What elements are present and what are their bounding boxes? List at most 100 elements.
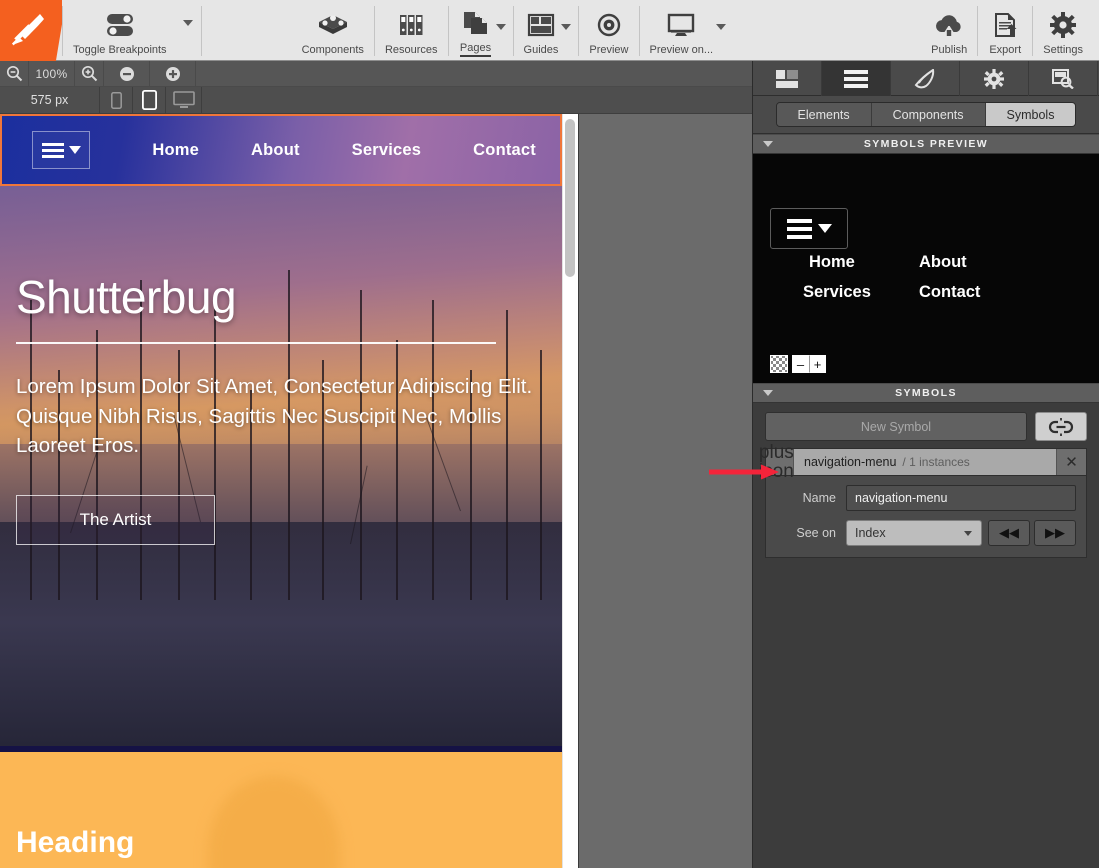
canvas-scrollbar-thumb[interactable] [565, 119, 575, 277]
page-nav-links: Home About Services Contact [126, 141, 562, 160]
symbol-name-row[interactable]: navigation-menu / 1 instances [794, 449, 1056, 475]
toolbar-toggle-breakpoints[interactable]: Toggle Breakpoints [63, 0, 193, 60]
chevron-down-icon [964, 531, 972, 536]
toolbar-label: Pages [459, 42, 492, 57]
panel-tab-inspect[interactable] [1029, 61, 1098, 96]
panel-tab-pen[interactable] [891, 61, 960, 96]
hero-cta-button[interactable]: The Artist [16, 495, 215, 546]
collapse-triangle-icon[interactable] [763, 390, 773, 396]
hero-title[interactable]: Shutterbug [16, 274, 562, 320]
toolbar-resources[interactable]: Resources [375, 0, 448, 60]
list-panel-icon [844, 69, 868, 88]
toolbar-preview-on[interactable]: Preview on... [640, 0, 727, 60]
zoom-level-label: 100% [29, 60, 75, 87]
toolbar-publish[interactable]: Publish [921, 0, 977, 60]
transparency-checker-icon[interactable] [770, 355, 788, 373]
design-canvas[interactable]: Home About Services Contact Shutterbug L… [0, 114, 752, 868]
device-phone-button[interactable] [100, 86, 133, 114]
symbols-title: SYMBOLS [895, 387, 957, 399]
preview-link-about[interactable]: About [919, 253, 967, 272]
link-symbol-button[interactable] [1035, 412, 1087, 441]
nav-link-contact[interactable]: Contact [447, 141, 562, 160]
page-navbar-symbol-instance[interactable]: Home About Services Contact [0, 114, 562, 186]
symbol-instances-text: / 1 instances [902, 455, 970, 469]
toolbar-label: Guides [523, 44, 559, 56]
symbols-preview-header[interactable]: SYMBOLS PREVIEW [753, 134, 1099, 154]
resources-icon [394, 10, 428, 40]
symbols-header[interactable]: SYMBOLS [753, 383, 1099, 403]
settings-gear-icon [1046, 10, 1080, 40]
preview-controls: – + [770, 355, 826, 373]
toolbar-label: Preview [589, 44, 629, 56]
page-hero-section[interactable]: Shutterbug Lorem Ipsum Dolor Sit Amet, C… [0, 186, 562, 746]
increase-width-button[interactable] [150, 60, 196, 87]
chevron-down-icon[interactable] [561, 24, 572, 30]
preview-on-monitor-icon [663, 10, 699, 40]
field-see-on: See on Index ◀◀ ▶▶ [776, 520, 1076, 546]
symbols-toolbar: New Symbol [765, 412, 1087, 441]
see-on-select[interactable]: Index [846, 520, 982, 546]
nav-link-services[interactable]: Services [326, 141, 448, 160]
field-name: Name navigation-menu [776, 485, 1076, 511]
toolbar-export[interactable]: Export [978, 0, 1032, 60]
section-heading[interactable]: Heading [16, 826, 134, 860]
preview-zoom-in-button[interactable]: + [809, 355, 826, 373]
nav-link-about[interactable]: About [225, 141, 326, 160]
hero-water-gradient [0, 522, 562, 746]
panel-tab-layout[interactable] [753, 61, 822, 96]
preview-hamburger-button[interactable] [770, 208, 848, 249]
next-page-button[interactable]: ▶▶ [1034, 520, 1076, 546]
link-chain-icon [1048, 417, 1074, 436]
previous-page-button[interactable]: ◀◀ [988, 520, 1030, 546]
page-orange-section[interactable]: Heading [0, 746, 562, 868]
app-logo[interactable] [0, 0, 62, 61]
device-desktop-button[interactable] [166, 86, 202, 114]
segment-elements[interactable]: Elements [776, 103, 872, 126]
segment-components[interactable]: Components [871, 103, 986, 126]
symbol-name-text: navigation-menu [804, 455, 897, 469]
nav-link-home[interactable]: Home [126, 141, 225, 160]
device-tablet-button[interactable] [133, 86, 166, 114]
components-icon [316, 10, 350, 40]
toolbar-preview[interactable]: Preview [579, 0, 638, 60]
toolbar-components[interactable]: Components [292, 0, 374, 60]
symbol-list-row[interactable]: plus-icon navigation-menu / 1 instances … [759, 443, 1086, 481]
toolbar-pages[interactable]: Pages [449, 0, 506, 60]
preview-link-home[interactable]: Home [809, 253, 919, 272]
symbols-body: New Symbol plus-icon navigation-menu [753, 403, 1099, 558]
name-input[interactable]: navigation-menu [846, 485, 1076, 511]
horizontal-ruler[interactable] [196, 61, 778, 87]
symbols-preview-stage[interactable]: Home About Services Contact – + [753, 154, 1099, 383]
hero-paragraph[interactable]: Lorem Ipsum Dolor Sit Amet, Consectetur … [16, 372, 546, 461]
name-field-label: Name [802, 491, 836, 505]
panel-segmented-control-wrap: Elements Components Symbols [753, 96, 1099, 134]
panel-tab-list[interactable] [822, 61, 891, 96]
circle-minus-icon [119, 66, 134, 81]
page-viewport[interactable]: Home About Services Contact Shutterbug L… [0, 114, 578, 868]
pages-icon [459, 8, 493, 38]
zoom-in-button[interactable] [75, 60, 104, 87]
chevron-down-icon[interactable] [495, 24, 506, 30]
breakpoint-ruler[interactable] [202, 84, 784, 114]
tablet-icon [141, 90, 157, 110]
decrease-width-button[interactable] [104, 60, 150, 87]
page-hamburger-button[interactable] [32, 131, 91, 169]
delete-symbol-button[interactable]: ✕ [1056, 449, 1086, 475]
segment-symbols[interactable]: Symbols [985, 103, 1076, 126]
chevron-down-icon[interactable] [716, 24, 727, 30]
section-top-border [0, 746, 562, 752]
preview-zoom-out-button[interactable]: – [792, 355, 809, 373]
toolbar-guides[interactable]: Guides [514, 0, 572, 60]
right-inspector-panel: Elements Components Symbols SYMBOLS PREV… [752, 61, 1099, 868]
toolbar-settings[interactable]: Settings [1033, 0, 1099, 60]
preview-link-services[interactable]: Services [803, 283, 919, 302]
panel-tab-settings[interactable] [960, 61, 1029, 96]
preview-link-contact[interactable]: Contact [919, 283, 980, 302]
toolbar-label: Publish [931, 44, 968, 56]
zoom-out-button[interactable] [0, 60, 29, 87]
chevron-down-icon[interactable] [182, 20, 193, 26]
new-symbol-button[interactable]: New Symbol [765, 412, 1027, 441]
collapse-triangle-icon[interactable] [763, 141, 773, 147]
hamburger-menu-icon [41, 142, 64, 158]
